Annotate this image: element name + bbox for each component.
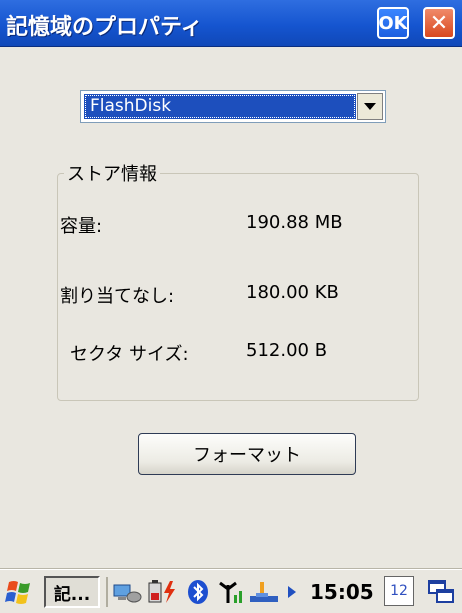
signal-antenna-icon[interactable] — [214, 578, 244, 606]
clock[interactable]: 15:05 — [310, 580, 374, 604]
task-button[interactable]: 記... — [44, 576, 100, 608]
start-windows-icon[interactable] — [4, 576, 36, 608]
usb-connection-icon[interactable] — [248, 578, 280, 606]
unallocated-label: 割り当てなし: — [60, 286, 175, 307]
window-title: 記憶域のプロパティ — [6, 15, 203, 40]
storage-dropdown-value: FlashDisk — [84, 94, 356, 119]
chevron-down-icon[interactable] — [357, 93, 383, 120]
capacity-label: 容量: — [60, 216, 103, 237]
network-computer-icon[interactable] — [112, 578, 142, 606]
bluetooth-icon[interactable] — [186, 578, 210, 606]
input-panel-button[interactable]: 12 — [384, 576, 414, 606]
store-info-legend: ストア情報 — [64, 160, 160, 186]
taskbar: 記... 15:05 12 — [0, 569, 462, 613]
battery-charging-icon[interactable] — [146, 578, 180, 606]
taskbar-divider — [106, 577, 108, 607]
close-button[interactable]: ✕ — [423, 7, 455, 39]
format-button[interactable]: フォーマット — [138, 433, 356, 475]
unallocated-value: 180.00 KB — [246, 282, 339, 303]
capacity-value: 190.88 MB — [246, 212, 343, 233]
title-bar: 記憶域のプロパティ OK ✕ — [0, 0, 462, 47]
ok-button[interactable]: OK — [377, 7, 409, 39]
sector-size-value: 512.00 B — [246, 340, 328, 361]
sector-size-label: セクタ サイズ: — [70, 344, 189, 365]
storage-dropdown[interactable]: FlashDisk — [80, 90, 386, 123]
switch-windows-icon[interactable] — [424, 578, 458, 606]
arrow-right-icon[interactable] — [283, 578, 301, 606]
